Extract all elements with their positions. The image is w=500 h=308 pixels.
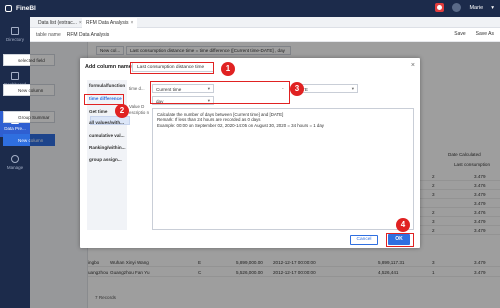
tab-rfm-analysis[interactable]: RFM Data Analysis × xyxy=(82,18,138,28)
app-title: FineBI xyxy=(16,5,36,12)
table-header-bar: table name RFM Data Analysis Save Save A… xyxy=(30,28,500,42)
value-description-label: Value D escriptio n xyxy=(129,104,150,115)
directory-icon xyxy=(11,27,19,35)
tab-label: RFM Data Analysis xyxy=(86,20,129,26)
highlight-time-difference xyxy=(84,94,124,105)
save-as-button[interactable]: Save As xyxy=(476,31,494,37)
top-right-controls: Marie ▾ xyxy=(435,3,494,12)
sidebar-item-directory[interactable]: Directory xyxy=(0,27,30,42)
description-box: Calculate the number of days between [Cu… xyxy=(152,108,414,230)
function-ranking[interactable]: Ranking/within... xyxy=(89,145,126,150)
callout-2: 2 xyxy=(115,104,129,118)
dialog-title: Add column name xyxy=(85,64,132,70)
close-icon[interactable]: × xyxy=(131,20,134,26)
highlight-ok-button xyxy=(386,233,414,247)
time-param-label: time d... xyxy=(129,86,145,91)
tab-label: Data list (extrac... xyxy=(38,20,77,26)
callout-1: 1 xyxy=(221,62,235,76)
sidebar-item-label: Manage xyxy=(6,165,24,170)
tab-data-list[interactable]: Data list (extrac... × xyxy=(34,18,86,28)
avatar[interactable] xyxy=(452,3,462,12)
highlight-column-name xyxy=(130,62,214,74)
function-cumulative[interactable]: cumulative val... xyxy=(89,133,125,138)
chevron-down-icon[interactable]: ▾ xyxy=(491,5,494,11)
description-line: Example: 00:00 on September 02, 2020-14:… xyxy=(157,122,324,128)
manage-icon xyxy=(11,155,19,163)
notification-icon[interactable] xyxy=(435,3,445,12)
function-get-time[interactable]: Get time xyxy=(89,109,107,114)
finebi-logo-icon xyxy=(5,5,12,12)
function-formula[interactable]: formula/function xyxy=(89,83,125,88)
header-actions: Save Save As xyxy=(454,31,494,37)
tab-bar: Data list (extrac... × RFM Data Analysis… xyxy=(30,17,500,28)
function-group-assign[interactable]: group assign... xyxy=(89,157,122,162)
table-name-value[interactable]: RFM Data Analysis xyxy=(67,32,110,38)
close-icon[interactable]: × xyxy=(411,62,415,69)
save-button[interactable]: Save xyxy=(454,31,465,37)
callout-3: 3 xyxy=(290,82,304,96)
chevron-down-icon: ▾ xyxy=(351,86,354,91)
sidebar-item-manage[interactable]: Manage xyxy=(0,155,30,170)
sidebar-item-label: Directory xyxy=(5,37,24,42)
callout-4: 4 xyxy=(396,218,410,232)
cancel-button[interactable]: Cancel xyxy=(350,235,378,245)
sidebar-item-label: Data Pre... xyxy=(4,126,26,131)
function-all-values[interactable]: all values/with... xyxy=(89,120,124,125)
top-bar: FineBI Marie ▾ xyxy=(0,0,500,17)
user-name[interactable]: Marie xyxy=(469,5,483,11)
highlight-parameters xyxy=(150,81,290,104)
dashboard-icon xyxy=(11,72,19,80)
table-name-label: table name xyxy=(36,31,61,38)
